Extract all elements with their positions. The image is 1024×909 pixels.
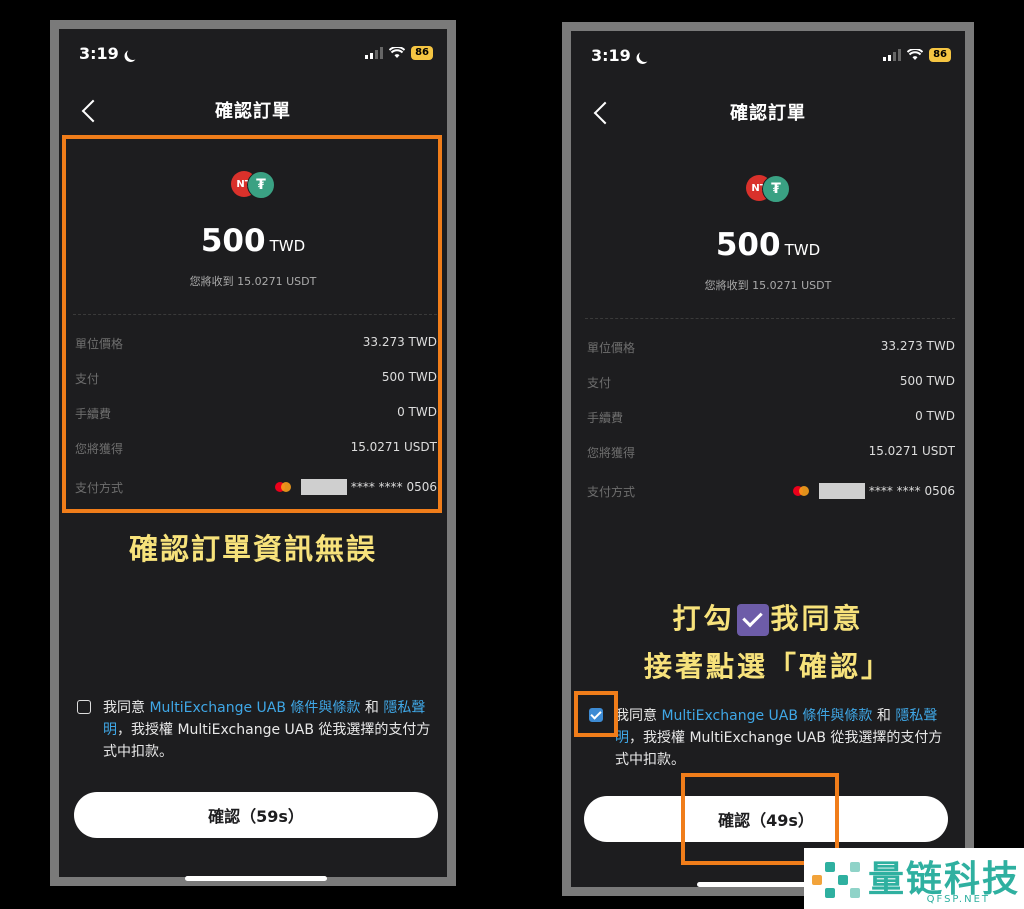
watermark: 量链科技 QFSP.NET bbox=[804, 848, 1024, 909]
detail-row-unit-price: 單位價格 33.273 TWD bbox=[587, 339, 955, 359]
receive-text: 您將收到 15.0271 USDT bbox=[704, 279, 832, 292]
row-value: 0 TWD bbox=[915, 409, 955, 423]
detail-row-receive: 您將獲得 15.0271 USDT bbox=[587, 444, 955, 464]
row-label: 支付 bbox=[587, 376, 612, 390]
terms-agreement: 我同意 MultiExchange UAB 條件與條款 和 隱私聲明，我授權 M… bbox=[589, 705, 951, 771]
row-value: 33.273 TWD bbox=[880, 339, 955, 353]
amount-value: 500 bbox=[715, 227, 781, 263]
detail-row-pay: 支付 500 TWD bbox=[587, 374, 955, 394]
card-number-suffix: **** **** 0506 bbox=[868, 484, 955, 498]
mastercard-icon bbox=[792, 486, 809, 496]
back-arrow-icon[interactable] bbox=[81, 99, 105, 123]
row-value: 500 TWD bbox=[899, 374, 955, 388]
agree-text-suffix: ，我授權 MultiExchange UAB 從我選擇的支付方式中扣款。 bbox=[103, 722, 431, 760]
row-label: 支付方式 bbox=[587, 485, 636, 499]
row-label: 單位價格 bbox=[587, 341, 636, 355]
signal-icon bbox=[883, 49, 902, 61]
divider bbox=[585, 318, 955, 319]
phone-screenshot-right: 3:19 86 確認訂單 NT ₮ 500 TWD 您將收到 15.0271 US… bbox=[562, 22, 974, 896]
moon-icon bbox=[637, 48, 652, 63]
status-time: 3:19 bbox=[79, 44, 119, 63]
phone-screenshot-left: 3:19 86 確認訂單 NT ₮ 500 TWD 您將收到 15.0271 US… bbox=[50, 20, 456, 886]
row-value: **** **** 0506 bbox=[792, 483, 955, 499]
detail-row-payment-method: 支付方式 **** **** 0506 bbox=[587, 483, 955, 503]
row-label: 您將獲得 bbox=[587, 446, 636, 460]
status-bar: 3:19 86 bbox=[79, 44, 433, 66]
currency-pair-icon: NT ₮ bbox=[746, 175, 790, 203]
signal-icon bbox=[365, 47, 384, 59]
agree-text-suffix: ，我授權 MultiExchange UAB 從我選擇的支付方式中扣款。 bbox=[615, 730, 943, 768]
detail-row-fee: 手續費 0 TWD bbox=[587, 409, 955, 429]
terms-link[interactable]: MultiExchange UAB 條件與條款 bbox=[149, 700, 360, 716]
terms-link[interactable]: MultiExchange UAB 條件與條款 bbox=[661, 708, 872, 724]
agree-text-and: 和 bbox=[872, 708, 896, 724]
watermark-domain: QFSP.NET bbox=[926, 894, 990, 905]
nav-bar: 確認訂單 bbox=[59, 97, 447, 127]
checked-box-icon bbox=[736, 604, 769, 636]
battery-indicator: 86 bbox=[929, 48, 951, 62]
annotation-check-text: 打勾 bbox=[672, 602, 735, 635]
usdt-coin-icon: ₮ bbox=[762, 175, 790, 203]
annotation-agree-text: 我同意 bbox=[770, 602, 864, 635]
redacted-card-number bbox=[818, 483, 865, 499]
agree-text-and: 和 bbox=[360, 700, 384, 716]
watermark-logo-icon bbox=[812, 856, 860, 904]
agree-text-prefix: 我同意 bbox=[103, 700, 150, 716]
home-indicator bbox=[185, 876, 327, 881]
status-time: 3:19 bbox=[591, 46, 631, 65]
battery-indicator: 86 bbox=[411, 46, 433, 60]
nav-bar: 確認訂單 bbox=[571, 99, 965, 129]
amount-currency: TWD bbox=[784, 241, 821, 259]
annotation-tap-confirm: 接著點選「確認」 bbox=[643, 650, 892, 683]
order-amount: 500 TWD bbox=[571, 227, 965, 263]
wifi-icon bbox=[907, 49, 924, 60]
confirm-button[interactable]: 確認（59s） bbox=[74, 792, 438, 838]
status-bar: 3:19 86 bbox=[591, 46, 951, 68]
terms-agreement: 我同意 MultiExchange UAB 條件與條款 和 隱私聲明，我授權 M… bbox=[77, 697, 433, 763]
annotation-confirm-info: 確認訂單資訊無誤 bbox=[128, 532, 377, 566]
agree-text-prefix: 我同意 bbox=[615, 708, 662, 724]
row-value: 15.0271 USDT bbox=[868, 444, 955, 458]
highlight-order-details bbox=[62, 135, 442, 513]
wifi-icon bbox=[389, 47, 406, 58]
row-label: 手續費 bbox=[587, 411, 624, 425]
back-arrow-icon[interactable] bbox=[593, 101, 617, 125]
page-title: 確認訂單 bbox=[215, 101, 291, 122]
moon-icon bbox=[125, 46, 140, 61]
highlight-checkbox bbox=[574, 691, 618, 737]
annotation-check-agree: 打勾 我同意 bbox=[571, 597, 965, 637]
page-title: 確認訂單 bbox=[730, 103, 806, 124]
agree-checkbox[interactable] bbox=[77, 700, 91, 714]
